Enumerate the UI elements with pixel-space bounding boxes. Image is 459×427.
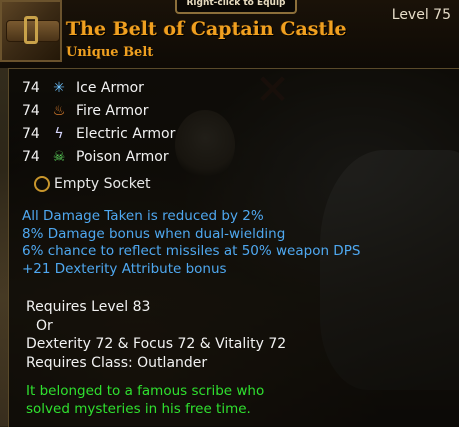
bonus-line: All Damage Taken is reduced by 2% [22,208,264,224]
bonus-line: +21 Dexterity Attribute bonus [22,260,227,277]
ice-icon: ✳ [53,79,65,96]
armor-label: Fire Armor [76,102,149,119]
requirement-line: Requires Class: Outlander [26,354,208,371]
fire-icon: ♨ [52,102,66,119]
bonus-line: 6% chance to reflect missiles at 50% wea… [22,243,361,259]
bonus-list: All Damage Taken is reduced by 2% 8% Dam… [22,208,360,278]
armor-row-ice: 74 ✳ Ice Armor [22,76,175,99]
armor-value: 74 [22,79,40,96]
flavor-text: It belonged to a famous scribe who solve… [26,382,264,418]
requirement-line: Dexterity 72 & Focus 72 & Vitality 72 [26,336,287,352]
flavor-line: It belonged to a famous scribe who [26,383,265,399]
requirements: Requires Level 83 Or Dexterity 72 & Focu… [26,298,286,372]
socket-label: Empty Socket [54,176,151,192]
item-name: The Belt of Captain Castle [66,18,347,40]
empty-socket[interactable]: Empty Socket [34,176,150,192]
tooltip-header: Right-click to Equip The Belt of Captain… [0,0,459,68]
item-level: Level 75 [391,7,451,23]
requirement-line: Requires Level 83 [26,299,151,315]
armor-row-electric: 74 ϟ Electric Armor [22,122,175,145]
armor-row-fire: 74 ♨ Fire Armor [22,99,175,122]
armor-value: 74 [22,125,40,142]
item-type: Unique Belt [66,45,154,60]
armor-list: 74 ✳ Ice Armor 74 ♨ Fire Armor 74 ϟ Elec… [22,76,175,168]
bonus-line: 8% Damage bonus when dual-wielding [22,225,286,242]
armor-label: Poison Armor [76,148,169,165]
armor-label: Ice Armor [76,79,144,96]
socket-ring-icon [34,176,50,192]
armor-value: 74 [22,102,40,119]
armor-label: Electric Armor [76,125,176,142]
belt-buckle-icon [24,16,38,44]
poison-icon: ☠ [52,148,66,165]
electric-icon: ϟ [54,125,64,142]
belt-item-icon[interactable] [0,0,62,62]
flavor-line: solved mysteries in his free time. [26,401,251,417]
requirement-line: Or [36,317,53,334]
equip-hint: Right-click to Equip [175,0,297,14]
armor-value: 74 [22,148,40,165]
armor-row-poison: 74 ☠ Poison Armor [22,145,175,168]
